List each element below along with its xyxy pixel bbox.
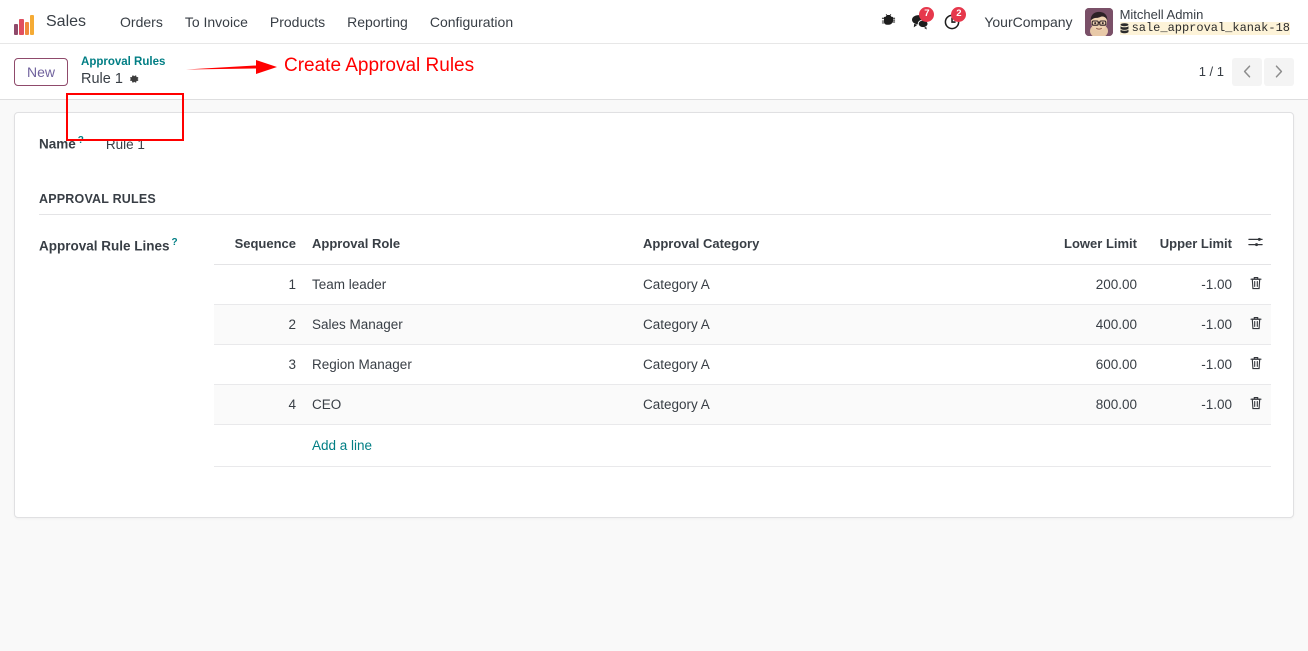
user-menu[interactable]: Mitchell Admin sale_approval_kanak-18 (1084, 6, 1294, 36)
cell-upper-limit[interactable]: -1.00 (1145, 264, 1240, 305)
section-title-approval-rules: APPROVAL RULES (39, 192, 1271, 215)
user-name: Mitchell Admin (1119, 6, 1204, 22)
name-input[interactable]: Rule 1 (106, 137, 145, 152)
cell-sequence[interactable]: 2 (214, 304, 304, 345)
new-button[interactable]: New (14, 57, 69, 86)
cell-sequence[interactable]: 4 (214, 384, 304, 425)
systray: 7 2 YourCompany Mitchell Admin sale_appr… (872, 6, 1298, 37)
chevron-right-icon[interactable] (1264, 57, 1294, 86)
cell-approval-role[interactable]: Sales Manager (304, 304, 635, 345)
gear-icon[interactable] (128, 73, 140, 85)
cell-lower-limit[interactable]: 200.00 (1025, 264, 1145, 305)
approval-rule-lines-table: Sequence Approval Role Approval Category… (214, 232, 1271, 467)
table-row[interactable]: 4 CEO Category A 800.00 -1.00 (214, 384, 1271, 425)
trash-icon[interactable] (1249, 316, 1262, 330)
database-name: sale_approval_kanak-18 (1119, 21, 1290, 36)
cell-approval-category[interactable]: Category A (635, 344, 1025, 385)
cell-approval-role[interactable]: CEO (304, 384, 635, 425)
cell-upper-limit[interactable]: -1.00 (1145, 304, 1240, 345)
cell-delete (1240, 384, 1271, 425)
approval-rule-lines-label: Approval Rule Lines? (39, 236, 178, 254)
approval-rule-lines-tooltip-icon[interactable]: ? (172, 237, 178, 248)
cell-delete (1240, 264, 1271, 305)
column-header-sequence[interactable]: Sequence (214, 232, 304, 265)
cell-lower-limit[interactable]: 400.00 (1025, 304, 1145, 345)
breadcrumb: Approval Rules Rule 1 (72, 50, 174, 93)
trash-icon[interactable] (1249, 276, 1262, 290)
menu-item-orders[interactable]: Orders (110, 9, 173, 35)
cell-lower-limit[interactable]: 800.00 (1025, 384, 1145, 425)
menu-item-products[interactable]: Products (260, 9, 335, 35)
column-header-lower-limit[interactable]: Lower Limit (1025, 232, 1145, 265)
name-tooltip-icon[interactable]: ? (78, 135, 84, 146)
table-row[interactable]: 3 Region Manager Category A 600.00 -1.00 (214, 344, 1271, 385)
activities-count-badge: 2 (951, 6, 967, 22)
table-header-row: Sequence Approval Role Approval Category… (214, 232, 1271, 265)
sliders-optional-columns-icon[interactable] (1248, 235, 1263, 249)
control-panel: New Approval Rules Rule 1 1 / 1 (0, 44, 1308, 141)
database-label: sale_approval_kanak-18 (1131, 21, 1290, 36)
cell-approval-role[interactable]: Team leader (304, 264, 635, 305)
add-line-cell: Add a line (304, 424, 1271, 467)
app-name-sales[interactable]: Sales (40, 9, 92, 35)
database-icon (1120, 23, 1129, 34)
cell-delete (1240, 304, 1271, 345)
top-navbar: Sales Orders To Invoice Products Reporti… (0, 0, 1308, 44)
add-a-line-link[interactable]: Add a line (312, 438, 372, 453)
form-view-background: Name? Rule 1 APPROVAL RULES Approval Rul… (0, 100, 1308, 650)
field-name-row: Name? Rule 1 (39, 135, 1271, 152)
trash-icon[interactable] (1249, 356, 1262, 370)
cell-lower-limit[interactable]: 600.00 (1025, 344, 1145, 385)
company-switcher[interactable]: YourCompany (968, 10, 1084, 34)
form-sheet: Name? Rule 1 APPROVAL RULES Approval Rul… (14, 112, 1294, 518)
name-label: Name? (39, 135, 84, 152)
menu-item-configuration[interactable]: Configuration (420, 9, 523, 35)
column-header-approval-role[interactable]: Approval Role (304, 232, 635, 265)
table-row[interactable]: 2 Sales Manager Category A 400.00 -1.00 (214, 304, 1271, 345)
cell-upper-limit[interactable]: -1.00 (1145, 384, 1240, 425)
annotation-text: Create Approval Rules (284, 55, 475, 76)
avatar (1084, 7, 1113, 36)
breadcrumb-current-label: Rule 1 (81, 70, 123, 87)
cell-sequence[interactable]: 3 (214, 344, 304, 385)
pager-count: 1 / 1 (1198, 64, 1224, 79)
cell-sequence[interactable]: 1 (214, 264, 304, 305)
messages-icon[interactable]: 7 (904, 6, 936, 37)
column-header-upper-limit[interactable]: Upper Limit (1145, 232, 1240, 265)
chevron-left-icon[interactable] (1232, 57, 1262, 86)
cell-approval-category[interactable]: Category A (635, 264, 1025, 305)
cell-approval-role[interactable]: Region Manager (304, 344, 635, 385)
approval-rule-lines-section: Approval Rule Lines? Sequence Approval R… (39, 232, 1271, 467)
sales-bar-chart-logo[interactable] (8, 9, 34, 35)
table-row[interactable]: 1 Team leader Category A 200.00 -1.00 (214, 264, 1271, 305)
cell-approval-category[interactable]: Category A (635, 304, 1025, 345)
menu-item-to-invoice[interactable]: To Invoice (175, 9, 258, 35)
clock-activities-icon[interactable]: 2 (936, 6, 968, 37)
bug-icon[interactable] (872, 7, 904, 37)
cell-delete (1240, 344, 1271, 385)
cell-approval-category[interactable]: Category A (635, 384, 1025, 425)
breadcrumb-parent-approval-rules[interactable]: Approval Rules (81, 55, 165, 69)
trash-icon[interactable] (1249, 396, 1262, 410)
breadcrumb-current: Rule 1 (81, 70, 165, 88)
cell-upper-limit[interactable]: -1.00 (1145, 344, 1240, 385)
column-header-approval-category[interactable]: Approval Category (635, 232, 1025, 265)
add-line-row: Add a line (214, 424, 1271, 467)
messages-count-badge: 7 (919, 6, 935, 22)
pager: 1 / 1 (1198, 57, 1294, 86)
menu-item-reporting[interactable]: Reporting (337, 9, 418, 35)
optional-columns-header (1240, 232, 1271, 265)
approval-rule-lines-body: 1 Team leader Category A 200.00 -1.00 2 … (214, 264, 1271, 467)
